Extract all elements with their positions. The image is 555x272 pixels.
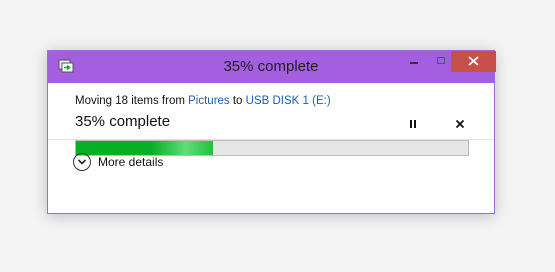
cancel-button[interactable] xyxy=(452,117,468,133)
operation-description: Moving 18 items from Pictures to USB DIS… xyxy=(75,95,331,107)
cancel-icon xyxy=(455,116,465,134)
source-folder-link[interactable]: Pictures xyxy=(188,95,230,107)
file-move-dialog: 35% complete Moving 18 items from Pictur… xyxy=(47,50,496,214)
operation-connector: to xyxy=(229,95,246,107)
chevron-down-icon xyxy=(73,153,91,171)
destination-drive-link[interactable]: USB DISK 1 (E:) xyxy=(246,95,331,107)
more-details-label: More details xyxy=(98,155,164,169)
minimize-icon xyxy=(409,53,419,71)
more-details-button[interactable]: More details xyxy=(73,151,163,173)
progress-status: 35% complete xyxy=(75,113,171,130)
divider xyxy=(48,139,494,140)
file-copy-icon xyxy=(58,59,75,74)
title-bar[interactable]: 35% complete xyxy=(48,51,496,83)
minimize-button[interactable] xyxy=(401,51,427,72)
operation-prefix: Moving 18 items from xyxy=(75,95,189,107)
close-window-button[interactable] xyxy=(451,51,496,72)
close-icon xyxy=(468,53,479,71)
pause-icon xyxy=(408,116,418,134)
pause-button[interactable] xyxy=(405,117,421,133)
maximize-icon xyxy=(436,53,446,71)
